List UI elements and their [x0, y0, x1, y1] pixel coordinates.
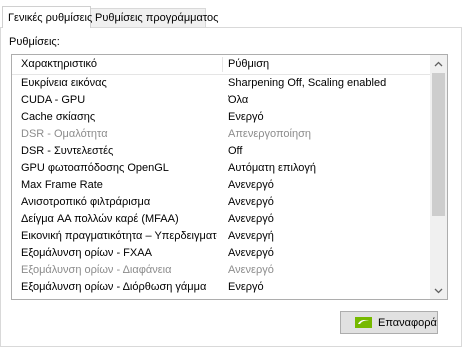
row-setting[interactable]: Off — [228, 145, 428, 157]
row-setting[interactable]: Ενεργό — [228, 111, 428, 123]
table-row[interactable]: DSR - Ομαλότητα Απενεργοποίηση — [12, 126, 431, 143]
row-feature: DSR - Συντελεστές — [21, 145, 114, 157]
nvidia-logo-icon — [355, 317, 372, 328]
tab-global-settings[interactable]: Γενικές ρυθμίσεις — [2, 6, 92, 28]
tab-program-settings[interactable]: Ρυθμίσεις προγράμματος — [89, 8, 218, 27]
row-setting[interactable]: Ανενεργό — [228, 179, 428, 191]
chevron-up-icon[interactable] — [430, 55, 447, 72]
table-row[interactable]: Εξομάλυνση ορίων - FXAA Ανενεργό — [12, 245, 431, 262]
section-label: Ρυθμίσεις: — [9, 36, 60, 48]
row-feature: Cache σκίασης — [21, 111, 96, 123]
row-feature: Δείγμα AA πολλών καρέ (MFAA) — [21, 213, 179, 225]
column-header-setting[interactable]: Ρύθμιση — [228, 58, 428, 70]
table-row[interactable]: Εξομάλυνση ορίων - Διαφάνεια Ανενεργό — [12, 262, 431, 279]
row-setting[interactable]: Όλα — [228, 94, 428, 106]
row-feature: Ανισοτροπικό φιλτράρισμα — [21, 196, 151, 208]
row-feature: DSR - Ομαλότητα — [21, 128, 108, 140]
row-feature: Εξομάλυνση ορίων - Διαφάνεια — [21, 264, 172, 276]
restore-button[interactable]: Επαναφορά — [340, 311, 438, 334]
table-row[interactable]: GPU φωτοαπόδοσης OpenGL Αυτόματη επιλογή — [12, 160, 431, 177]
row-setting[interactable]: Ανενεργό — [228, 264, 428, 276]
row-setting[interactable]: Ανενεργό — [228, 213, 428, 225]
row-setting[interactable]: Ανενεργό — [228, 247, 428, 259]
table-row[interactable]: Cache σκίασης Ενεργό — [12, 109, 431, 126]
tab-bar: Ρυθμίσεις προγράμματος Γενικές ρυθμίσεις — [0, 0, 465, 30]
row-feature: Εξομάλυνση ορίων - Διόρθωση γάμμα — [21, 281, 207, 293]
row-setting[interactable]: Ανενεργό — [228, 196, 428, 208]
row-feature: Εξομάλυνση ορίων - FXAA — [21, 247, 152, 259]
vertical-scrollbar[interactable] — [430, 55, 447, 299]
row-feature: Max Frame Rate — [21, 179, 103, 191]
restore-button-label: Επαναφορά — [378, 316, 437, 329]
table-row[interactable]: Max Frame Rate Ανενεργό — [12, 177, 431, 194]
table-row[interactable]: CUDA - GPU Όλα — [12, 92, 431, 109]
list-rows: Ευκρίνεια εικόνας Sharpening Off, Scaling… — [12, 75, 431, 296]
row-feature: Εικονική πραγματικότητα – Υπερδειγματολ.… — [21, 230, 217, 242]
table-row[interactable]: Εξομάλυνση ορίων - Διόρθωση γάμμα Ενεργό — [12, 279, 431, 296]
table-row[interactable]: Ευκρίνεια εικόνας Sharpening Off, Scaling… — [12, 75, 431, 92]
row-setting[interactable]: Απενεργοποίηση — [228, 128, 428, 140]
row-setting[interactable]: Ενεργό — [228, 281, 428, 293]
table-row[interactable]: Δείγμα AA πολλών καρέ (MFAA) Ανενεργό — [12, 211, 431, 228]
row-feature: Ευκρίνεια εικόνας — [21, 77, 107, 89]
column-divider[interactable] — [222, 57, 223, 72]
list-header: Χαρακτηριστικό Ρύθμιση — [12, 55, 431, 75]
row-feature: GPU φωτοαπόδοσης OpenGL — [21, 162, 169, 174]
row-feature: CUDA - GPU — [21, 94, 86, 106]
row-setting[interactable]: Ανενεργή — [228, 230, 428, 242]
row-setting[interactable]: Αυτόματη επιλογή — [228, 162, 428, 174]
table-row[interactable]: DSR - Συντελεστές Off — [12, 143, 431, 160]
scrollbar-thumb[interactable] — [432, 73, 445, 216]
table-row[interactable]: Ανισοτροπικό φιλτράρισμα Ανενεργό — [12, 194, 431, 211]
row-setting[interactable]: Sharpening Off, Scaling enabled — [228, 77, 428, 89]
table-row[interactable]: Εικονική πραγματικότητα – Υπερδειγματολ.… — [12, 228, 431, 245]
chevron-down-icon[interactable] — [430, 282, 447, 299]
settings-list: Χαρακτηριστικό Ρύθμιση Ευκρίνεια εικόνας… — [11, 54, 448, 300]
column-header-feature[interactable]: Χαρακτηριστικό — [21, 58, 217, 70]
